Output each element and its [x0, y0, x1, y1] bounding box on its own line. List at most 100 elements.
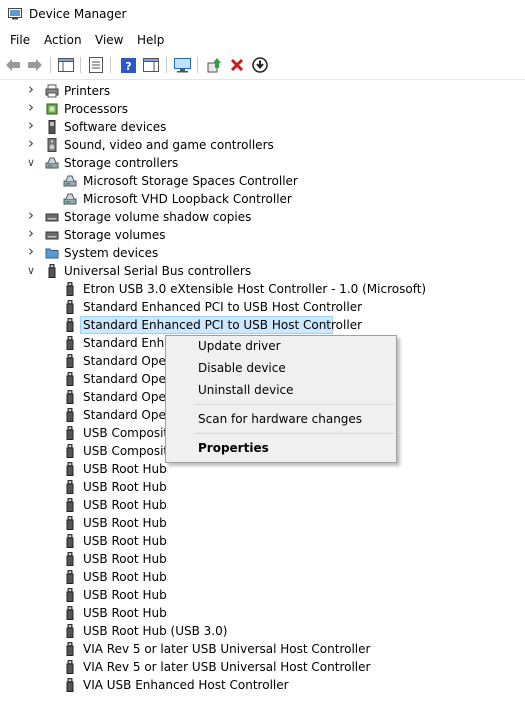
chevron-right-icon[interactable]: ›: [26, 118, 36, 133]
tree-device-row[interactable]: USB Root Hub: [0, 604, 525, 622]
usb-icon: [63, 570, 77, 584]
tree-device-row[interactable]: VIA USB Enhanced Host Controller: [0, 676, 525, 694]
usb-icon: [63, 660, 77, 674]
properties-menu-item[interactable]: Properties: [198, 441, 269, 455]
tree-item-label: Printers: [64, 84, 111, 98]
drive-icon: [45, 210, 59, 224]
scan-hardware-toolbar-button[interactable]: [172, 55, 192, 75]
tree-category-row[interactable]: › System devices: [0, 244, 525, 262]
tree-device-row[interactable]: USB Root Hub (USB 3.0): [0, 622, 525, 640]
disable-device-menu-item[interactable]: Disable device: [198, 361, 286, 375]
tree-item-label: Software devices: [64, 120, 167, 134]
toolbar-separator: [166, 57, 167, 73]
tree-item-label: USB Root Hub: [83, 534, 167, 548]
tree-category-row[interactable]: › Storage volumes: [0, 226, 525, 244]
usb-icon: [63, 480, 77, 494]
help-icon: ?: [120, 57, 136, 73]
tree-device-row[interactable]: Microsoft VHD Loopback Controller: [0, 190, 525, 208]
processor-icon: [45, 102, 59, 116]
uninstall-device-menu-item[interactable]: Uninstall device: [198, 383, 294, 397]
tree-device-row[interactable]: VIA Rev 5 or later USB Universal Host Co…: [0, 640, 525, 658]
action-pane-button[interactable]: [141, 55, 161, 75]
chevron-down-icon[interactable]: ∨: [26, 157, 36, 169]
forward-button[interactable]: [25, 55, 45, 75]
usb-icon: [63, 408, 77, 422]
usb-icon: [63, 372, 77, 386]
usb-icon: [63, 462, 77, 476]
toolbar-separator: [50, 57, 51, 73]
back-arrow-icon: [6, 59, 20, 71]
tree-device-row[interactable]: Microsoft Storage Spaces Controller: [0, 172, 525, 190]
tree-item-label: VIA Rev 5 or later USB Universal Host Co…: [83, 642, 371, 656]
update-driver-menu-item[interactable]: Update driver: [198, 339, 281, 353]
tree-device-row[interactable]: USB Root Hub: [0, 550, 525, 568]
usb-icon: [63, 282, 77, 296]
tree-item-label: USB Root Hub: [83, 606, 167, 620]
usb-icon: [63, 498, 77, 512]
tree-category-row[interactable]: ∨ Universal Serial Bus controllers: [0, 262, 525, 280]
tree-device-row[interactable]: USB Root Hub: [0, 586, 525, 604]
tree-item-label: Microsoft VHD Loopback Controller: [83, 192, 292, 206]
chevron-right-icon[interactable]: ›: [26, 208, 36, 223]
back-button[interactable]: [3, 55, 23, 75]
tree-item-label: USB Composite: [83, 426, 176, 440]
chevron-right-icon[interactable]: ›: [26, 82, 36, 97]
tree-item-label: System devices: [64, 246, 159, 260]
tree-device-row[interactable]: USB Root Hub: [0, 514, 525, 532]
tree-category-row[interactable]: ∨ Storage controllers: [0, 154, 525, 172]
toolbar-separator: [80, 57, 81, 73]
usb-icon: [63, 552, 77, 566]
tree-device-row[interactable]: USB Root Hub: [0, 532, 525, 550]
tree-device-row[interactable]: Standard Enhanced PCI to USB Host Contro…: [0, 316, 525, 334]
properties-sheet-icon: [89, 57, 103, 73]
menu-help[interactable]: Help: [137, 33, 164, 47]
tree-device-row[interactable]: USB Root Hub: [0, 478, 525, 496]
tree-item-label: Standard Open: [83, 408, 174, 422]
usb-icon: [63, 444, 77, 458]
usb-icon: [63, 516, 77, 530]
tree-device-row[interactable]: USB Root Hub: [0, 496, 525, 514]
tree-device-row[interactable]: VIA Rev 5 or later USB Universal Host Co…: [0, 658, 525, 676]
menu-action[interactable]: Action: [44, 33, 82, 47]
usb-icon: [63, 642, 77, 656]
tree-item-label: Etron USB 3.0 eXtensible Host Controller…: [83, 282, 427, 296]
tree-category-row[interactable]: › Storage volume shadow copies: [0, 208, 525, 226]
usb-icon: [63, 336, 77, 350]
storage-controller-icon: [45, 156, 59, 170]
chevron-right-icon[interactable]: ›: [26, 244, 36, 259]
uninstall-toolbar-button[interactable]: [227, 55, 247, 75]
usb-icon: [63, 300, 77, 314]
chevron-right-icon[interactable]: ›: [26, 100, 36, 115]
device-manager-icon: [8, 8, 22, 20]
tree-category-row[interactable]: › Printers: [0, 82, 525, 100]
update-driver-toolbar-button[interactable]: [204, 55, 224, 75]
usb-icon: [63, 624, 77, 638]
tree-device-row[interactable]: Etron USB 3.0 eXtensible Host Controller…: [0, 280, 525, 298]
system-folder-icon: [45, 246, 59, 260]
tree-category-row[interactable]: › Sound, video and game controllers: [0, 136, 525, 154]
printer-icon: [45, 84, 59, 98]
help-toolbar-button[interactable]: ?: [118, 55, 138, 75]
tree-device-row[interactable]: Standard Enhanced PCI to USB Host Contro…: [0, 298, 525, 316]
menu-view[interactable]: View: [95, 33, 123, 47]
enable-device-toolbar-button[interactable]: [250, 55, 270, 75]
tree-category-row[interactable]: › Software devices: [0, 118, 525, 136]
tree-device-row[interactable]: USB Root Hub: [0, 568, 525, 586]
tree-item-label: Processors: [64, 102, 129, 116]
chevron-right-icon[interactable]: ›: [26, 136, 36, 151]
properties-toolbar-button[interactable]: [86, 55, 106, 75]
show-hide-console-tree-button[interactable]: [56, 55, 76, 75]
tree-item-label: Standard Open: [83, 390, 174, 404]
download-circle-icon: [252, 57, 268, 73]
tree-item-label: Microsoft Storage Spaces Controller: [83, 174, 298, 188]
tree-item-label: USB Root Hub: [83, 516, 167, 530]
chevron-right-icon[interactable]: ›: [26, 226, 36, 241]
chevron-down-icon[interactable]: ∨: [26, 265, 36, 277]
title-bar: Device Manager: [0, 0, 525, 30]
menu-separator: [194, 433, 394, 434]
window-title: Device Manager: [29, 7, 127, 21]
menu-file[interactable]: File: [10, 33, 30, 47]
scan-hardware-menu-item[interactable]: Scan for hardware changes: [198, 412, 362, 426]
tree-category-row[interactable]: › Processors: [0, 100, 525, 118]
tree-item-label: Standard Open: [83, 354, 174, 368]
